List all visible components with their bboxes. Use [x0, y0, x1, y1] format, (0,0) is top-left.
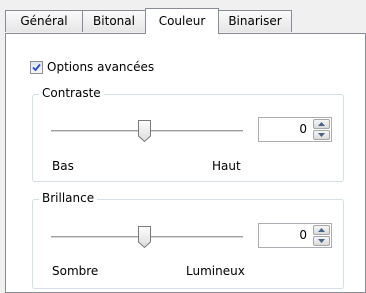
tab-strip: Général Bitonal Couleur Binariser [5, 8, 365, 34]
tab-bitonal[interactable]: Bitonal [82, 10, 146, 32]
brightness-value[interactable]: 0 [299, 224, 307, 247]
contrast-spinbox[interactable]: 0 [258, 117, 332, 142]
contrast-max-label: Haut [212, 159, 241, 173]
tab-couleur-label: Couleur [158, 14, 206, 28]
tab-general-label: Général [20, 14, 68, 28]
brightness-spinbox[interactable]: 0 [258, 223, 332, 248]
checkbox-box[interactable] [30, 60, 43, 74]
tab-couleur[interactable]: Couleur [145, 8, 219, 34]
tab-binariser[interactable]: Binariser [218, 10, 292, 32]
contrast-slider-thumb[interactable] [137, 119, 152, 143]
tab-bitonal-label: Bitonal [93, 14, 135, 28]
brightness-max-label: Lumineux [186, 264, 245, 278]
tab-general[interactable]: Général [5, 10, 83, 32]
advanced-options-checkbox[interactable]: Options avancées [30, 58, 154, 76]
contrast-value[interactable]: 0 [299, 118, 307, 141]
contrast-increment-button[interactable] [313, 119, 330, 129]
triangle-up-icon [318, 228, 325, 232]
checkmark-icon [32, 63, 41, 71]
contrast-decrement-button[interactable] [313, 130, 330, 140]
brightness-min-label: Sombre [52, 264, 99, 278]
brightness-legend: Brillance [39, 191, 98, 205]
contrast-min-label: Bas [52, 159, 74, 173]
brightness-increment-button[interactable] [313, 225, 330, 235]
triangle-down-icon [318, 239, 325, 243]
brightness-decrement-button[interactable] [313, 236, 330, 246]
tab-binariser-label: Binariser [228, 14, 282, 28]
advanced-options-label: Options avancées [47, 60, 155, 74]
triangle-down-icon [318, 133, 325, 137]
contrast-legend: Contraste [39, 86, 104, 100]
brightness-slider-thumb[interactable] [137, 225, 152, 249]
triangle-up-icon [318, 122, 325, 126]
